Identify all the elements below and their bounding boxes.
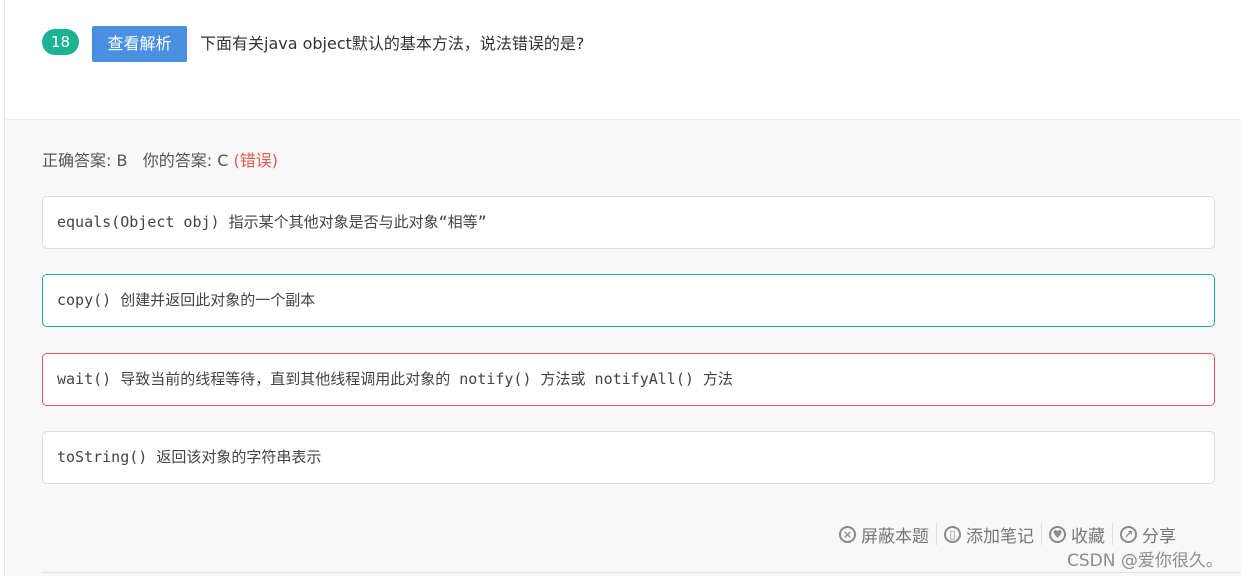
close-circle-icon: × xyxy=(839,525,856,543)
add-note-button[interactable]: ▯ 添加笔记 xyxy=(944,522,1034,547)
view-analysis-button[interactable]: 查看解析 xyxy=(92,26,187,62)
correct-answer-label: 正确答案: B xyxy=(42,151,128,170)
option-c[interactable]: wait() 导致当前的线程等待，直到其他线程调用此对象的 notify() 方… xyxy=(42,353,1215,406)
answer-panel xyxy=(4,119,1241,576)
add-note-label: 添加笔记 xyxy=(966,526,1034,547)
favorite-button[interactable]: ♥ 收藏 xyxy=(1049,522,1105,547)
question-text: 下面有关java object默认的基本方法，说法错误的是? xyxy=(200,34,585,53)
divider xyxy=(1041,523,1042,545)
option-b[interactable]: copy() 创建并返回此对象的一个副本 xyxy=(42,274,1215,327)
answer-summary: 正确答案: B 你的答案: C (错误) xyxy=(42,147,278,171)
answer-status: (错误) xyxy=(233,151,278,170)
question-number-badge: 18 xyxy=(42,29,79,55)
your-answer-label: 你的答案: C xyxy=(142,151,229,170)
divider xyxy=(1112,523,1113,545)
action-bar: × 屏蔽本题 ▯ 添加笔记 ♥ 收藏 ↗ 分享 xyxy=(839,522,1176,547)
question-header xyxy=(4,0,1241,119)
share-label: 分享 xyxy=(1142,526,1176,547)
favorite-label: 收藏 xyxy=(1071,526,1105,547)
share-button[interactable]: ↗ 分享 xyxy=(1120,522,1176,547)
option-a[interactable]: equals(Object obj) 指示某个其他对象是否与此对象“相等” xyxy=(42,196,1215,249)
block-question-label: 屏蔽本题 xyxy=(861,526,929,547)
share-icon: ↗ xyxy=(1120,525,1137,543)
csdn-watermark: CSDN @爱你很久。 xyxy=(1067,551,1223,571)
heart-icon: ♥ xyxy=(1049,525,1066,543)
divider xyxy=(936,523,937,545)
divider-line xyxy=(42,572,1241,573)
block-question-button[interactable]: × 屏蔽本题 xyxy=(839,522,929,547)
option-d[interactable]: toString() 返回该对象的字符串表示 xyxy=(42,431,1215,484)
book-icon: ▯ xyxy=(944,525,961,543)
